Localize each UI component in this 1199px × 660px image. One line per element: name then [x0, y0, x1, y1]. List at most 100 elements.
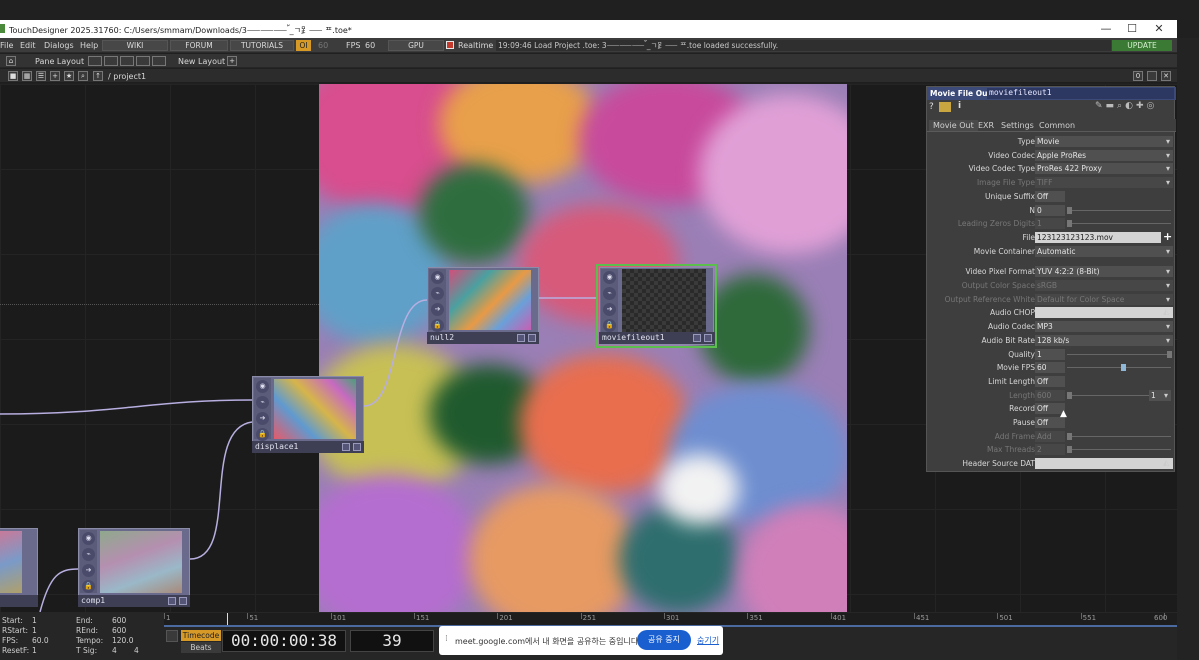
beats-mode-button[interactable]: Beats — [181, 642, 221, 653]
menu-edit[interactable]: Edit — [20, 41, 36, 50]
node-flag-icon[interactable] — [168, 597, 176, 605]
hide-link[interactable]: 숨기기 — [697, 635, 719, 646]
help-icon[interactable]: ? — [929, 102, 934, 112]
layout-single-icon[interactable] — [88, 56, 102, 66]
close-pane-icon[interactable]: ✕ — [1161, 71, 1171, 81]
param-value[interactable]: Off — [1035, 190, 1065, 202]
display-icon[interactable]: ➔ — [603, 303, 616, 316]
parent-icon[interactable]: ↑ — [93, 71, 103, 81]
rstart-value[interactable]: 1 — [32, 626, 37, 635]
param-slider[interactable] — [1067, 220, 1171, 228]
network-path[interactable]: / project1 — [108, 72, 146, 81]
node-add-icon[interactable] — [704, 334, 712, 342]
node-comp1[interactable]: ◉ ⌁ ➔ 🔒 comp1 — [78, 528, 190, 607]
timeline-ruler[interactable]: 1 51 101 151 201 251 301 351 401 451 501 551 600 — [164, 613, 1177, 625]
timecode-toggle-icon[interactable] — [166, 630, 178, 642]
param-value[interactable]: Movie — [1035, 136, 1173, 147]
param-value[interactable]: YUV 4:2:2 (8-Bit) — [1035, 266, 1173, 278]
tutorials-button[interactable]: TUTORIALS — [230, 40, 294, 51]
search-icon[interactable]: ⌕ — [78, 71, 88, 81]
new-layout-label[interactable]: New Layout — [178, 57, 225, 66]
drag-handle-icon[interactable]: ⁞ — [445, 634, 448, 644]
timecode-display[interactable]: 00:00:00:38 — [222, 630, 346, 652]
menu-help[interactable]: Help — [80, 41, 98, 50]
param-slider[interactable] — [1067, 350, 1172, 358]
node-null2[interactable]: ◉ ⌁ ➔ 🔒 null2 — [427, 267, 539, 344]
node-moviefileout1[interactable]: ◉ ⌁ ➔ 🔒 moviefileout1 — [596, 264, 717, 348]
param-value[interactable]: 60 — [1035, 362, 1065, 374]
node-add-icon[interactable] — [353, 443, 361, 451]
slider-knob[interactable] — [1067, 432, 1072, 440]
param-slider[interactable] — [1067, 432, 1171, 440]
param-value[interactable] — [1035, 307, 1173, 319]
slider-knob[interactable] — [1167, 350, 1172, 358]
playhead[interactable] — [227, 613, 229, 625]
menu-dialogs[interactable]: Dialogs — [44, 41, 74, 50]
display-icon[interactable]: ➔ — [256, 412, 269, 425]
edit-op-icon[interactable]: ◭ — [1163, 458, 1169, 467]
tab-exr[interactable]: EXR — [974, 120, 998, 131]
resetf-value[interactable]: 1 — [32, 646, 37, 655]
info-icon[interactable]: i — [958, 101, 961, 111]
tempo-value[interactable]: 120.0 — [112, 636, 133, 645]
grid-icon[interactable]: ▦ — [22, 71, 32, 81]
minimize-button[interactable]: — — [1095, 21, 1117, 37]
star-icon[interactable]: ★ — [64, 71, 74, 81]
node-displace1[interactable]: ◉ ⌁ ➔ 🔒 displace1 — [252, 376, 364, 453]
add-op-icon[interactable]: + — [50, 71, 60, 81]
tab-movie-out[interactable]: Movie Out — [929, 120, 978, 131]
end-value[interactable]: 600 — [112, 616, 126, 625]
param-slider[interactable] — [1067, 446, 1171, 454]
start-value[interactable]: 1 — [32, 616, 37, 625]
gpu-button[interactable]: GPU — [388, 40, 444, 51]
wiki-button[interactable]: WIKI — [102, 40, 168, 51]
tsig-value-2[interactable]: 4 — [134, 646, 139, 655]
add-layout-icon[interactable]: + — [227, 56, 237, 66]
tab-common[interactable]: Common — [1035, 120, 1079, 131]
length-unit-menu[interactable]: 1 — [1149, 389, 1171, 401]
edit-op-icon[interactable]: ◭ — [1163, 307, 1169, 316]
display-icon[interactable]: ➔ — [431, 303, 444, 316]
wiki-icon[interactable] — [939, 102, 951, 112]
lock-icon[interactable]: 🔒 — [256, 428, 269, 441]
param-value[interactable]: Automatic — [1035, 245, 1173, 257]
op-name-field[interactable]: moviefileout1 — [987, 88, 1174, 99]
stop-icon[interactable]: ■ — [8, 71, 18, 81]
close-button[interactable]: ✕ — [1148, 21, 1170, 37]
timecode-mode-button[interactable]: Timecode — [181, 630, 221, 641]
display-icon[interactable]: ➔ — [82, 564, 95, 577]
node-flag-icon[interactable] — [517, 334, 525, 342]
param-toolbar-icons[interactable]: ✎▬⌕◐✚◎ — [1095, 101, 1157, 111]
menu-file[interactable]: File — [0, 41, 13, 50]
lock-icon[interactable]: 🔒 — [603, 319, 616, 332]
realtime-checkbox[interactable] — [446, 41, 454, 49]
slider-knob[interactable] — [1121, 364, 1126, 372]
lock-icon[interactable]: 🔒 — [82, 580, 95, 593]
param-value[interactable]: 0 — [1035, 204, 1065, 216]
param-value[interactable]: Off — [1035, 375, 1065, 387]
node-add-icon[interactable] — [528, 334, 536, 342]
param-value[interactable]: Apple ProRes — [1035, 149, 1173, 161]
param-slider[interactable] — [1067, 364, 1171, 372]
node-flag-icon[interactable] — [693, 334, 701, 342]
frame-display[interactable]: 39 — [350, 630, 434, 652]
rend-value[interactable]: 600 — [112, 626, 126, 635]
update-button[interactable]: UPDATE — [1112, 40, 1172, 51]
stop-sharing-button[interactable]: 공유 중지 — [637, 630, 691, 650]
fps-value[interactable]: 60.0 — [32, 636, 49, 645]
maximize-button[interactable]: ☐ — [1121, 21, 1143, 37]
param-value[interactable]: 128 kb/s — [1035, 334, 1173, 346]
node-partial[interactable] — [0, 528, 38, 607]
slider-knob[interactable] — [1067, 206, 1072, 214]
slider-knob[interactable] — [1067, 446, 1072, 454]
home-icon[interactable]: ⌂ — [6, 56, 16, 66]
ol-button[interactable]: OI — [296, 40, 311, 51]
param-value[interactable]: MP3 — [1035, 321, 1173, 333]
param-value[interactable]: 123123123123.mov — [1035, 231, 1161, 243]
slider-knob[interactable] — [1067, 391, 1072, 399]
slider-knob[interactable] — [1067, 220, 1072, 228]
layout-quad-icon[interactable] — [136, 56, 150, 66]
forum-button[interactable]: FORUM — [170, 40, 228, 51]
bypass-icon[interactable]: ⌁ — [431, 287, 444, 300]
viewer-icon[interactable]: ◉ — [256, 380, 269, 393]
